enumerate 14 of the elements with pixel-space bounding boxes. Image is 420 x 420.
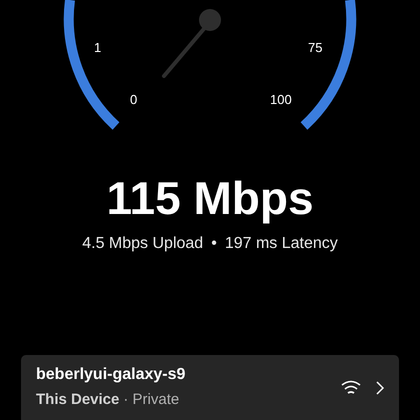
latency-reading: 197 ms Latency (224, 234, 338, 254)
device-card[interactable]: beberlyui-galaxy-s9 This Device · Private (21, 355, 399, 420)
chevron-right-icon (376, 380, 384, 394)
speed-reading: 115 Mbps (106, 171, 314, 226)
gauge-label: 0 (130, 91, 138, 109)
device-name: beberlyui-galaxy-s9 (36, 364, 186, 384)
upload-speed: 4.5 Mbps Upload (82, 234, 204, 254)
gauge-label: 75 (308, 39, 322, 57)
gauge-label: 1 (94, 39, 102, 57)
separator-dot: • (211, 234, 217, 254)
wifi-icon (340, 380, 362, 396)
gauge-label: 100 (270, 91, 292, 109)
network-type: · Private (123, 390, 180, 410)
device-label: This Device (36, 390, 120, 410)
